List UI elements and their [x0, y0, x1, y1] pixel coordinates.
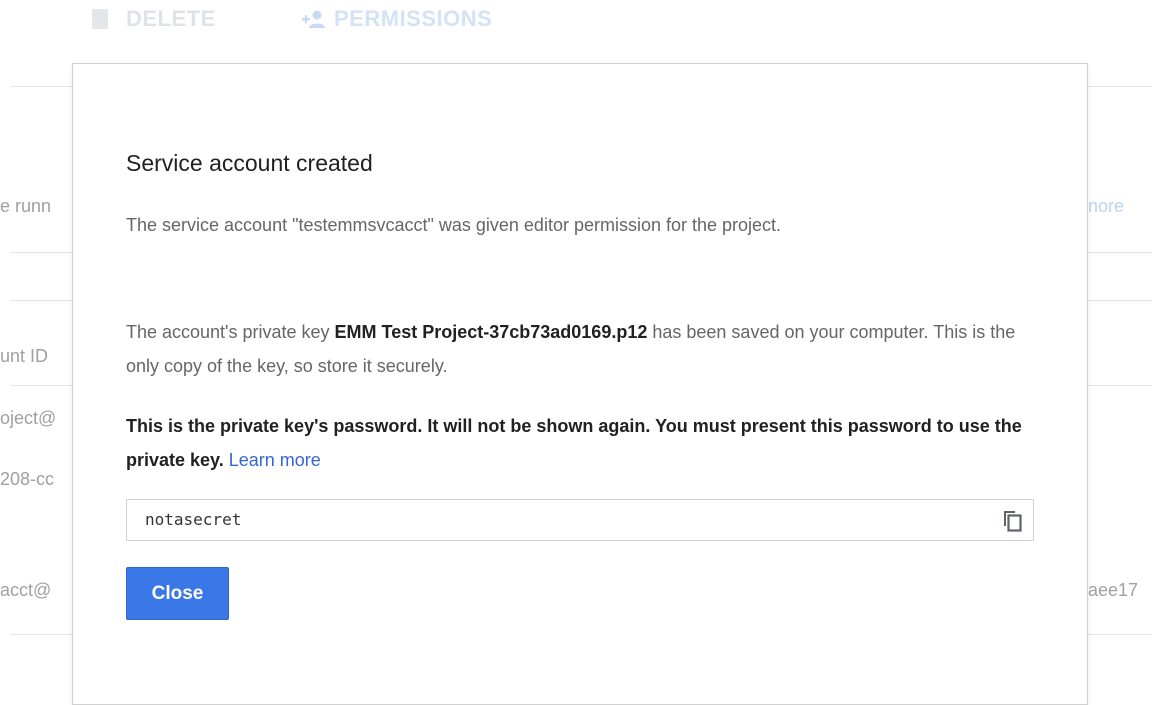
password-warning: This is the private key's password. It w…: [126, 409, 1046, 477]
background-cell: oject@: [0, 408, 57, 428]
service-account-dialog: Service account created The service acco…: [72, 63, 1088, 705]
trash-icon: [92, 9, 108, 29]
password-value[interactable]: notasecret: [145, 500, 241, 540]
password-field[interactable]: notasecret: [126, 499, 1034, 541]
delete-label: DELETE: [126, 6, 216, 31]
private-key-text: The account's private key: [126, 322, 335, 342]
editor-permission-message: The service account "testemmsvcacct" was…: [126, 215, 782, 235]
delete-action[interactable]: DELETE: [92, 4, 216, 34]
background-cell: aee17: [1088, 580, 1139, 600]
background-cell: acct@: [0, 580, 52, 600]
background-toolbar: DELETE PERMISSIONS: [0, 0, 1152, 40]
background-text: e runn: [0, 196, 52, 216]
close-button[interactable]: Close: [126, 567, 229, 620]
add-person-icon: [300, 9, 326, 29]
background-link[interactable]: nore: [1088, 196, 1124, 217]
private-key-filename: EMM Test Project-37cb73ad0169.p12: [334, 322, 648, 342]
background-cell: 208-cc: [0, 469, 55, 489]
permissions-label: PERMISSIONS: [334, 6, 493, 31]
private-key-message: The account's private key EMM Test Proje…: [126, 315, 1046, 383]
dialog-title: Service account created: [126, 150, 373, 176]
permissions-action[interactable]: PERMISSIONS: [300, 4, 492, 34]
learn-more-link[interactable]: Learn more: [229, 450, 321, 470]
column-header: unt ID: [0, 346, 49, 366]
copy-icon[interactable]: [1001, 509, 1023, 533]
